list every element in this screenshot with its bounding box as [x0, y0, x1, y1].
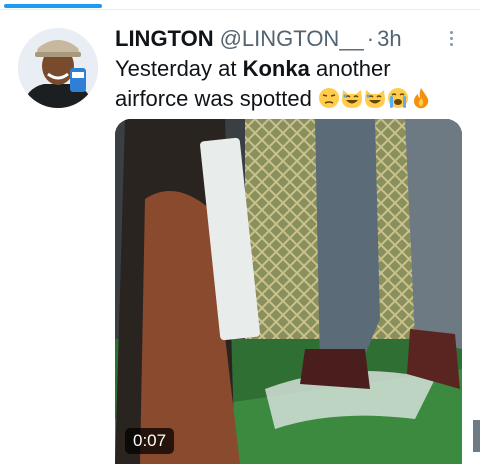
- display-name[interactable]: LINGTON: [115, 26, 214, 52]
- tweet-header: LINGTON @LINGTON__ · 3h: [115, 25, 402, 53]
- tweet-text-before: Yesterday at: [115, 56, 243, 81]
- video-frame: [115, 119, 462, 464]
- avatar-photo-icon: [18, 28, 98, 108]
- divider: [0, 9, 480, 10]
- video-duration-badge: 0:07: [125, 428, 175, 454]
- separator-dot: ·: [366, 26, 375, 51]
- scrollbar-thumb[interactable]: [473, 420, 480, 452]
- user-handle[interactable]: @LINGTON__: [220, 26, 364, 52]
- unamused-face-icon: [318, 87, 340, 117]
- grinning-cat-icon: [364, 87, 386, 117]
- video-player[interactable]: [115, 119, 462, 464]
- more-dot: [449, 36, 453, 40]
- more-dot: [449, 30, 453, 34]
- more-dot: [449, 42, 453, 46]
- more-options-button[interactable]: [441, 26, 461, 50]
- loudly-crying-face-icon: [387, 87, 409, 117]
- tweet-text-bold: Konka: [242, 56, 310, 81]
- avatar[interactable]: [18, 28, 98, 108]
- timestamp[interactable]: 3h: [377, 26, 401, 52]
- active-tab-indicator: [4, 4, 102, 8]
- tweet-text: Yesterday at Konka another airforce was …: [115, 54, 470, 117]
- fire-icon: [410, 87, 432, 117]
- grinning-cat-icon: [341, 87, 363, 117]
